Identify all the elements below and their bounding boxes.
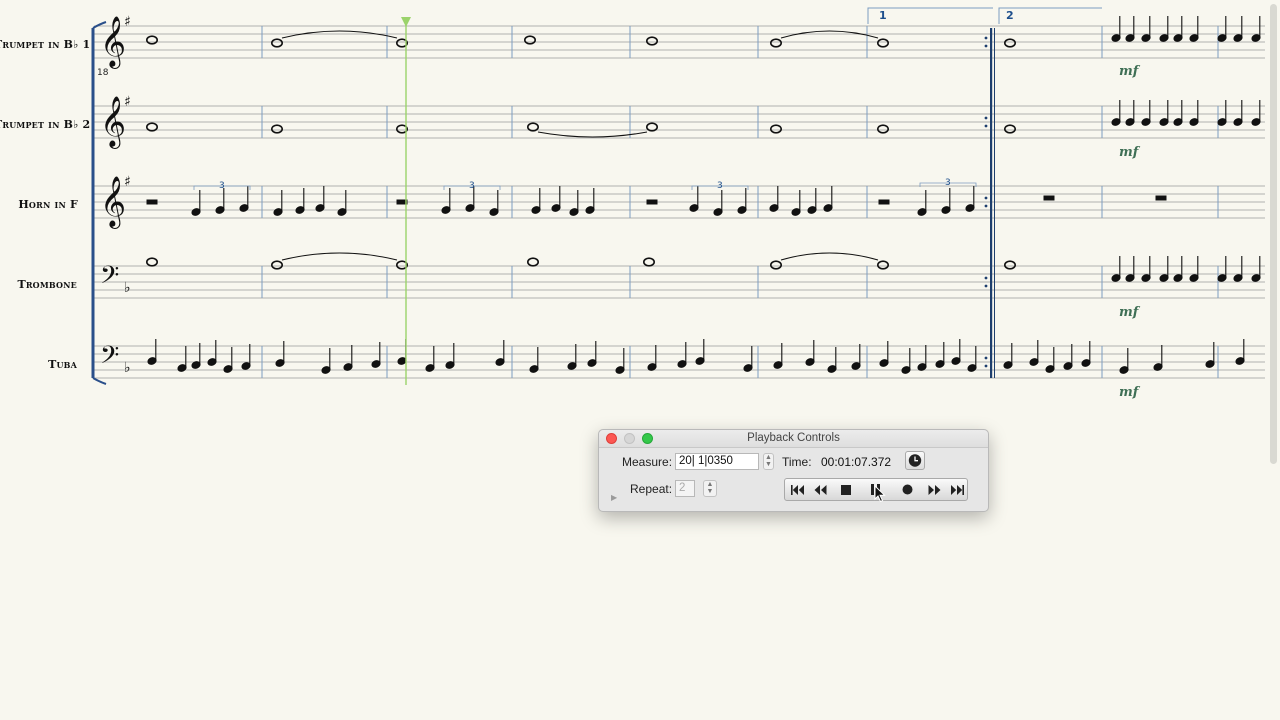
- stop-icon: [841, 484, 851, 495]
- sharp-icon: ♯: [124, 94, 131, 110]
- triplet-number: 3: [469, 181, 475, 191]
- vertical-scrollbar[interactable]: [1270, 4, 1277, 464]
- repeat-dot: [984, 124, 988, 128]
- note-head: [876, 260, 889, 270]
- score-page[interactable]: 𝄞♯𝄞♯𝄞♯𝄢 ♭𝄢 ♭ 3333: [0, 0, 1280, 420]
- triplet-number: 3: [717, 181, 723, 191]
- treble-clef-icon: 𝄞: [100, 96, 126, 149]
- repeat-dot: [984, 356, 988, 360]
- dynamic-mf-trombone: mf: [1119, 305, 1139, 320]
- note-head: [526, 257, 539, 267]
- skip-back-icon: [791, 484, 804, 495]
- repeat-dot: [984, 44, 988, 48]
- repeat-dot: [984, 36, 988, 40]
- tie: [281, 30, 398, 39]
- note-head: [769, 260, 782, 270]
- dynamic-mf-tuba: mf: [1119, 385, 1139, 400]
- skip-forward-icon: [951, 484, 964, 495]
- repeat-field[interactable]: 2: [675, 480, 695, 497]
- notes: 3 3 3 3: [146, 16, 1261, 374]
- ending-2-bracket: [998, 7, 1102, 24]
- tie: [780, 30, 879, 39]
- repeat-dot: [984, 284, 988, 288]
- treble-clef-icon: 𝄞: [100, 176, 126, 229]
- note-head: [146, 35, 159, 45]
- part-label-trumpet-1: Trumpet in B♭ 1: [0, 38, 91, 51]
- record-icon: [902, 484, 912, 495]
- part-label-trumpet-2: Trumpet in B♭ 2: [0, 118, 91, 131]
- note-head: [876, 38, 889, 48]
- window-title: Playback Controls: [747, 432, 840, 444]
- half-rest: [646, 199, 658, 205]
- part-label-horn: Horn in F: [18, 198, 78, 211]
- rewind-button[interactable]: [807, 479, 833, 500]
- note-head: [270, 260, 283, 270]
- fast-forward-icon: [928, 484, 940, 495]
- note-head: [769, 38, 782, 48]
- bass-clef-icon: 𝄢: [100, 341, 119, 376]
- note-head: [1003, 124, 1016, 134]
- window-titlebar[interactable]: Playback Controls: [599, 430, 988, 448]
- half-rest: [146, 199, 158, 205]
- note-head: [270, 38, 283, 48]
- triplet-number: 3: [945, 178, 951, 188]
- triplet-number: 3: [219, 181, 225, 191]
- note-head: [1003, 260, 1016, 270]
- note-head: [645, 36, 658, 46]
- ending-2-label: 2: [1006, 9, 1014, 22]
- treble-clef-icon: 𝄞: [100, 16, 126, 69]
- part-label-trombone: Trombone: [17, 278, 77, 291]
- tie: [780, 252, 879, 261]
- half-rest: [878, 199, 890, 205]
- repeat-dot: [984, 196, 988, 200]
- time-display-button[interactable]: [905, 451, 925, 470]
- repeat-stepper[interactable]: ▲ ▼: [703, 480, 717, 497]
- half-rest: [1155, 195, 1167, 201]
- repeat-dot: [984, 276, 988, 280]
- dynamic-mf-trumpet-1: mf: [1119, 64, 1139, 79]
- tie: [281, 252, 398, 261]
- repeat-dot: [984, 204, 988, 208]
- time-label: Time:: [782, 455, 812, 469]
- stop-button[interactable]: [833, 479, 859, 500]
- sharp-icon: ♯: [124, 14, 131, 30]
- system-bracket-bottom: [92, 377, 107, 385]
- note-head: [876, 124, 889, 134]
- repeat-barline: [984, 28, 995, 378]
- rewind-icon: [814, 484, 826, 495]
- fast-forward-to-end-button[interactable]: [944, 479, 970, 500]
- note-head: [642, 257, 655, 267]
- repeat-label: Repeat:: [630, 482, 673, 496]
- measure-label: Measure:: [622, 455, 673, 469]
- staff-lines: [94, 25, 1265, 379]
- measure-stepper[interactable]: ▲ ▼: [763, 453, 774, 470]
- playback-controls-window[interactable]: Playback Controls Measure: 20| 1|0350 ▲ ▼…: [598, 429, 989, 512]
- flat-icon: ♭: [124, 280, 131, 296]
- measure-number: 18: [97, 68, 109, 78]
- ending-1-bracket: [867, 7, 993, 24]
- note-head: [1003, 38, 1016, 48]
- mouse-cursor-icon: [874, 485, 886, 503]
- repeat-dot: [984, 116, 988, 120]
- sharp-icon: ♯: [124, 174, 131, 190]
- note-head: [769, 124, 782, 134]
- note-head: [146, 257, 159, 267]
- ending-1-label: 1: [879, 9, 887, 22]
- half-rest: [1043, 195, 1055, 201]
- disclosure-triangle-icon[interactable]: ▶: [611, 493, 617, 502]
- repeat-dot: [984, 364, 988, 368]
- measure-field[interactable]: 20| 1|0350: [675, 453, 759, 470]
- time-value: 00:01:07.372: [821, 455, 892, 469]
- bass-clef-icon: 𝄢: [100, 261, 119, 296]
- dynamic-mf-trumpet-2: mf: [1119, 145, 1139, 160]
- record-button[interactable]: [894, 479, 920, 500]
- note-head: [523, 35, 536, 45]
- tie: [537, 131, 648, 138]
- part-label-tuba: Tuba: [48, 358, 77, 371]
- note-head: [270, 124, 283, 134]
- flat-icon: ♭: [124, 360, 131, 376]
- clock-icon: [908, 454, 922, 467]
